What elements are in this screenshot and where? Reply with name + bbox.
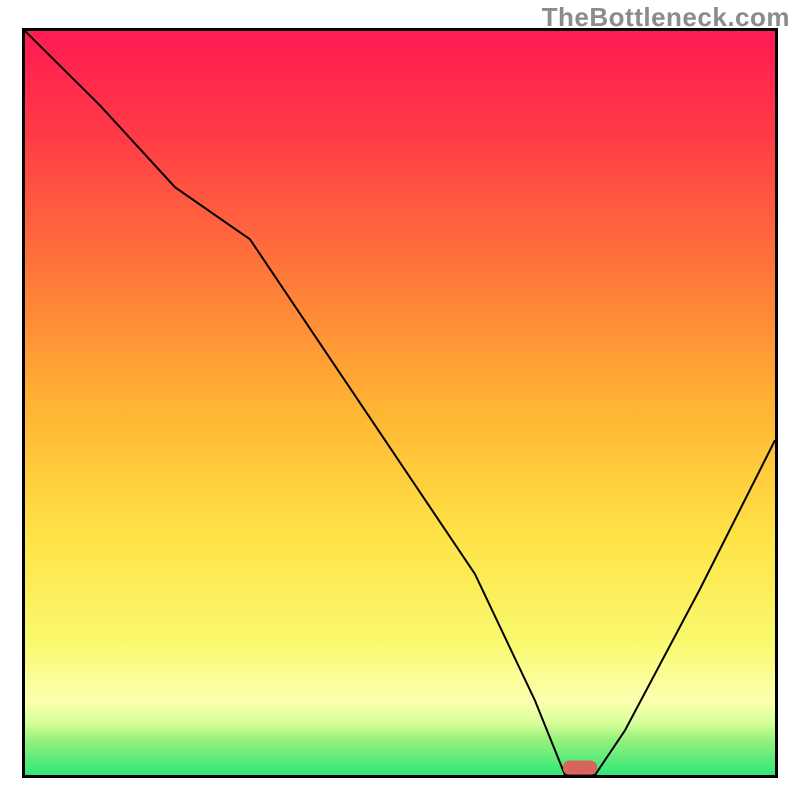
- watermark-text: TheBottleneck.com: [542, 2, 790, 33]
- chart-svg: [25, 31, 775, 775]
- optimal-point-marker: [563, 761, 597, 775]
- chart-frame: [22, 28, 778, 778]
- gradient-background: [25, 31, 775, 775]
- chart-stage: TheBottleneck.com: [0, 0, 800, 800]
